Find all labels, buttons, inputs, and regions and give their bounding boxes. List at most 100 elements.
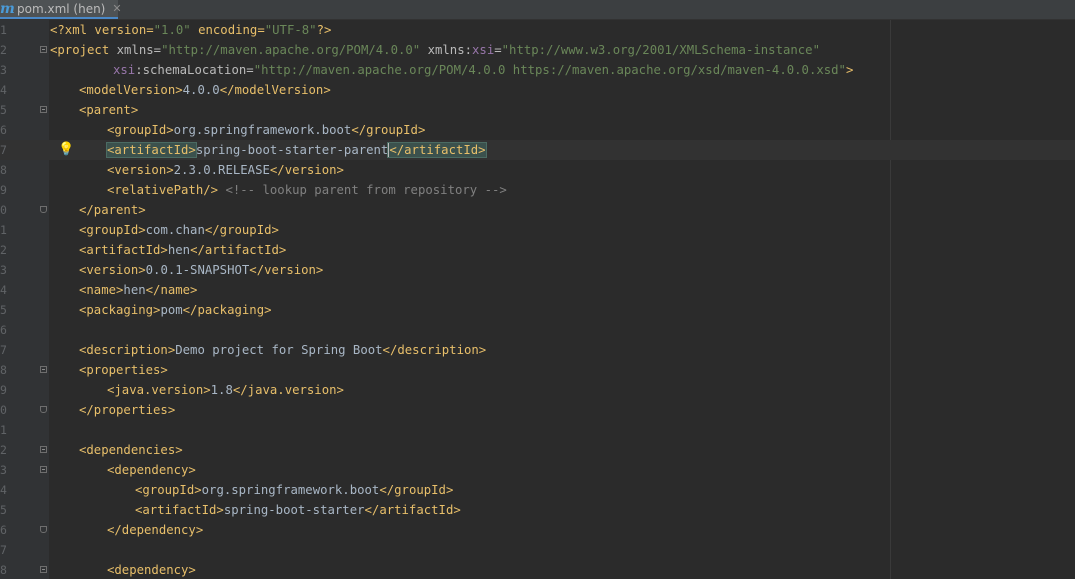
code-token: xsi	[472, 43, 495, 57]
code-token: spring-boot-starter	[223, 503, 365, 517]
code-token: </description>	[382, 343, 487, 357]
code-line: 9 <java.version>1.8</java.version>	[0, 380, 1075, 400]
line-number: 1	[0, 423, 7, 437]
code-token: xmlns=	[109, 43, 162, 57]
code-text: </properties>	[79, 400, 175, 420]
code-text: </dependency>	[107, 520, 203, 540]
code-token: </dependency>	[107, 523, 204, 537]
fold-toggle[interactable]	[40, 566, 47, 573]
line-number: 6	[0, 323, 7, 337]
close-icon[interactable]: ✕	[112, 2, 121, 15]
fold-toggle[interactable]	[40, 406, 47, 413]
code-line: 7	[0, 540, 1075, 560]
code-comment: <!-- lookup parent from repository -->	[225, 183, 507, 197]
code-token: "http://www.w3.org/2001/XMLSchema-instan…	[501, 43, 820, 57]
code-line: 1 <groupId>com.chan</groupId>	[0, 220, 1075, 240]
code-text: <packaging>pom</packaging>	[79, 300, 272, 320]
code-line: 5 <packaging>pom</packaging>	[0, 300, 1075, 320]
line-number: 7	[0, 343, 7, 357]
tab-pom-xml[interactable]: m pom.xml (hen) ✕	[0, 0, 122, 19]
editor-tab-bar: m pom.xml (hen) ✕	[0, 0, 1075, 20]
line-number: 5	[0, 503, 7, 517]
code-token: "http://maven.apache.org/POM/4.0.0"	[161, 43, 421, 57]
fold-toggle[interactable]	[40, 46, 47, 53]
code-token: <groupId>	[135, 483, 202, 497]
code-token: com.chan	[145, 223, 205, 237]
code-token: </groupId>	[351, 123, 426, 137]
code-line: 6 <groupId>org.springframework.boot</gro…	[0, 120, 1075, 140]
line-number: 5	[0, 103, 7, 117]
line-number: 0	[0, 403, 7, 417]
line-number: 2	[0, 443, 7, 457]
code-token: <project	[50, 43, 110, 57]
code-line: 3 <version>0.0.1-SNAPSHOT</version>	[0, 260, 1075, 280]
line-number: 4	[0, 483, 7, 497]
code-token-highlighted: <artifactId>	[106, 142, 197, 158]
code-text: <groupId>org.springframework.boot</group…	[135, 480, 453, 500]
code-token: ?>	[316, 23, 332, 37]
code-token: <version>	[107, 163, 174, 177]
line-number: 8	[0, 163, 7, 177]
code-token: <parent>	[79, 103, 139, 117]
code-token: </properties>	[79, 403, 176, 417]
line-number: 8	[0, 363, 7, 377]
code-token: <modelVersion>	[79, 83, 183, 97]
tab-label: pom.xml (hen)	[17, 1, 106, 16]
code-token: 4.0.0	[182, 83, 220, 97]
code-line-current: 7 💡 <artifactId>spring-boot-starter-pare…	[0, 140, 1075, 160]
code-token: "UTF-8"	[264, 23, 317, 37]
code-line: 9 <relativePath/> <!-- lookup parent fro…	[0, 180, 1075, 200]
code-text: <modelVersion>4.0.0</modelVersion>	[79, 80, 331, 100]
fold-toggle[interactable]	[40, 106, 47, 113]
code-text: <groupId>org.springframework.boot</group…	[107, 120, 425, 140]
code-token: <packaging>	[79, 303, 161, 317]
code-token: 0.0.1-SNAPSHOT	[145, 263, 250, 277]
line-number: 7	[0, 143, 7, 157]
fold-toggle[interactable]	[40, 446, 47, 453]
fold-toggle[interactable]	[40, 206, 47, 213]
code-line: 4 <name>hen</name>	[0, 280, 1075, 300]
code-token: <?xml version=	[50, 23, 154, 37]
code-text: <relativePath/> <!-- lookup parent from …	[107, 180, 507, 200]
code-token: </parent>	[79, 203, 146, 217]
code-line: 2 <artifactId>hen</artifactId>	[0, 240, 1075, 260]
code-line: 2 <project xmlns="http://maven.apache.or…	[0, 40, 1075, 60]
code-text: <description>Demo project for Spring Boo…	[79, 340, 486, 360]
code-text: <dependencies>	[79, 440, 183, 460]
code-line: 1 <?xml version="1.0" encoding="UTF-8"?>	[0, 20, 1075, 40]
maven-icon: m	[0, 0, 15, 17]
code-token: "http://maven.apache.org/POM/4.0.0 https…	[253, 63, 846, 77]
code-token: <java.version>	[107, 383, 211, 397]
code-token: org.springframework.boot	[201, 483, 380, 497]
code-token: <artifactId>	[79, 243, 168, 257]
code-line: 5 <parent>	[0, 100, 1075, 120]
code-text: <name>hen</name>	[79, 280, 197, 300]
code-text: <version>0.0.1-SNAPSHOT</version>	[79, 260, 323, 280]
code-line: 3 xsi:schemaLocation="http://maven.apach…	[0, 60, 1075, 80]
line-number: 2	[0, 243, 7, 257]
code-token: :schemaLocation=	[135, 63, 254, 77]
code-token: </packaging>	[182, 303, 272, 317]
code-token-highlighted: </artifactId>	[387, 142, 487, 158]
code-editor[interactable]: 1 <?xml version="1.0" encoding="UTF-8"?>…	[0, 20, 1075, 579]
code-text: <groupId>com.chan</groupId>	[79, 220, 279, 240]
code-line: 6	[0, 320, 1075, 340]
code-line: 5 <artifactId>spring-boot-starter</artif…	[0, 500, 1075, 520]
fold-toggle[interactable]	[40, 366, 47, 373]
lightbulb-icon[interactable]: 💡	[58, 142, 74, 158]
line-number: 9	[0, 383, 7, 397]
code-token: "1.0"	[153, 23, 191, 37]
code-token: >	[845, 63, 854, 77]
fold-toggle[interactable]	[40, 466, 47, 473]
code-text: <artifactId>spring-boot-starter-parent</…	[106, 140, 487, 160]
line-number: 4	[0, 283, 7, 297]
code-token: <version>	[79, 263, 146, 277]
line-number: 5	[0, 303, 7, 317]
code-token: <dependency>	[107, 563, 196, 577]
line-number: 3	[0, 63, 7, 77]
line-number: 9	[0, 183, 7, 197]
code-token: pom	[160, 303, 183, 317]
code-token: <dependencies>	[79, 443, 183, 457]
code-line: 8 <dependency>	[0, 560, 1075, 579]
fold-toggle[interactable]	[40, 526, 47, 533]
